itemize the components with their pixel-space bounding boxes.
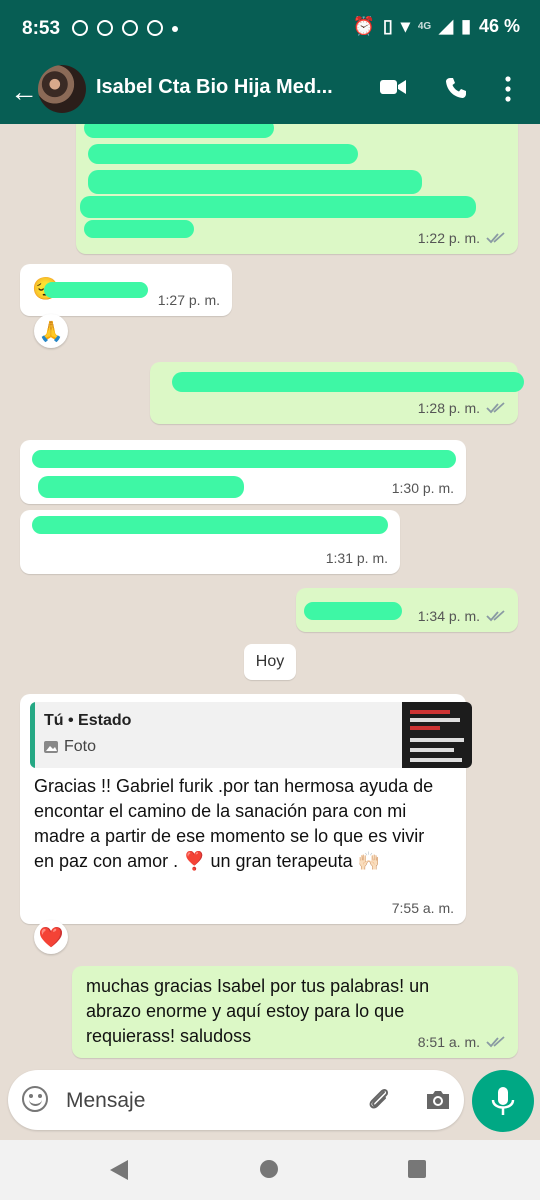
signal-icon: ◢ <box>439 16 454 36</box>
message-meta: 1:31 p. m. <box>326 550 388 566</box>
more-options-icon[interactable] <box>504 76 512 102</box>
message-outgoing[interactable]: 1:34 p. m. <box>296 588 518 632</box>
message-time: 7:55 a. m. <box>391 900 454 916</box>
message-meta: 8:51 a. m. <box>418 1034 506 1050</box>
message-meta: 1:30 p. m. <box>392 480 454 496</box>
double-check-icon <box>486 232 505 244</box>
smiley-icon <box>122 20 138 36</box>
message-time: 1:22 p. m. <box>417 230 480 246</box>
voice-message-button[interactable] <box>472 1070 534 1132</box>
message-input[interactable] <box>64 1086 348 1116</box>
message-outgoing[interactable]: muchas gracias Isabel por tus palabras! … <box>72 966 518 1058</box>
emoji-picker-icon[interactable] <box>22 1086 48 1112</box>
message-incoming-reply[interactable]: Tú • Estado Foto Gracias !! Gabriel furi… <box>20 694 472 924</box>
redacted-text <box>84 124 274 138</box>
message-time: 1:31 p. m. <box>325 550 388 566</box>
quote-accent-bar <box>30 702 35 768</box>
battery-icon: ▮ <box>461 16 471 36</box>
redacted-text <box>80 196 476 218</box>
redacted-text <box>38 476 244 498</box>
nav-recents-icon[interactable] <box>408 1160 426 1178</box>
message-time: 8:51 a. m. <box>417 1034 480 1050</box>
system-navigation-bar <box>0 1140 540 1200</box>
photo-icon <box>44 741 58 753</box>
status-right: ⏰ ▯ ▾ 4G ◢ ▮ 46 % <box>353 16 521 37</box>
back-arrow-icon[interactable]: ← <box>10 76 38 108</box>
vibrate-icon: ▯ <box>382 16 393 36</box>
message-time: 1:27 p. m. <box>157 292 220 308</box>
message-time: 1:34 p. m. <box>417 608 480 624</box>
redacted-text <box>32 450 456 468</box>
camera-icon[interactable] <box>424 1088 452 1112</box>
message-incoming[interactable]: 😔 1:27 p. m. <box>20 264 232 316</box>
conversation[interactable]: 1:22 p. m. 😔 1:27 p. m. 🙏 1:28 p. m. 1:3… <box>0 124 540 1074</box>
message-meta: 1:28 p. m. <box>418 400 506 416</box>
redacted-text <box>304 602 402 620</box>
status-time: 8:53 <box>22 18 61 39</box>
smiley-icon <box>147 20 163 36</box>
instagram-icon <box>97 20 113 36</box>
redacted-text <box>88 170 422 194</box>
redacted-text <box>44 282 148 298</box>
video-call-icon[interactable] <box>380 78 406 96</box>
message-time: 1:28 p. m. <box>417 400 480 416</box>
chat-header: ← Isabel Cta Bio Hija Med... <box>0 58 540 124</box>
double-check-icon <box>486 1036 505 1048</box>
redacted-text <box>88 144 358 164</box>
status-bar: 8:53 ⏰ ▯ ▾ 4G ◢ ▮ 46 % <box>0 0 540 58</box>
message-outgoing[interactable]: 1:22 p. m. <box>76 124 518 254</box>
double-check-icon <box>486 402 505 414</box>
battery-percent: 46 % <box>478 16 520 36</box>
contact-avatar[interactable] <box>38 65 86 113</box>
message-meta: 1:22 p. m. <box>418 230 506 246</box>
message-time: 1:30 p. m. <box>391 480 454 496</box>
microphone-icon <box>491 1087 515 1115</box>
message-composer <box>8 1070 464 1130</box>
message-meta: 1:27 p. m. <box>158 292 220 308</box>
message-reaction[interactable]: 🙏 <box>34 314 68 348</box>
message-meta: 1:34 p. m. <box>418 608 506 624</box>
chat-title[interactable]: Isabel Cta Bio Hija Med... <box>96 76 333 99</box>
message-incoming[interactable]: 1:30 p. m. <box>20 440 466 504</box>
quoted-status[interactable]: Tú • Estado Foto <box>30 702 472 768</box>
nav-back-icon[interactable] <box>110 1160 128 1180</box>
message-meta: 7:55 a. m. <box>392 900 454 916</box>
network-type: 4G <box>417 21 432 32</box>
attach-icon[interactable] <box>366 1086 392 1112</box>
alarm-icon: ⏰ <box>352 16 375 36</box>
message-reaction[interactable]: ❤️ <box>34 920 68 954</box>
date-separator: Hoy <box>244 644 296 680</box>
voice-call-icon[interactable] <box>444 76 468 100</box>
message-text: Gracias !! Gabriel furik .por tan hermos… <box>34 776 434 871</box>
nav-home-icon[interactable] <box>260 1160 278 1178</box>
more-notifications-dot <box>172 26 178 32</box>
wifi-icon: ▾ <box>400 16 410 36</box>
redacted-text <box>172 372 524 392</box>
quote-kind: Foto <box>44 738 96 756</box>
double-check-icon <box>486 610 505 622</box>
quote-author: Tú • Estado <box>44 712 132 729</box>
redacted-text <box>32 516 388 534</box>
message-incoming[interactable]: 1:31 p. m. <box>20 510 400 574</box>
message-outgoing[interactable]: 1:28 p. m. <box>150 362 524 424</box>
quote-kind-label: Foto <box>64 738 97 755</box>
redacted-text <box>84 220 194 238</box>
eye-icon <box>72 20 88 36</box>
notification-icons <box>72 20 178 36</box>
status-thumbnail <box>402 702 472 768</box>
